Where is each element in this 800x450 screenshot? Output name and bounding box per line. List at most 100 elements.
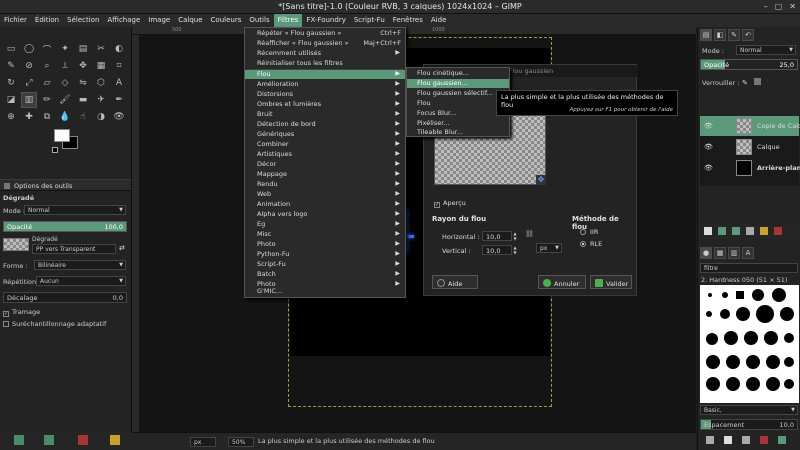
heal-icon[interactable]: ✚ [21,109,37,125]
visibility-icon[interactable]: 👁 [704,164,713,172]
fuzzy-select-icon[interactable]: ✦ [57,41,73,57]
menu-item-gmic[interactable]: G'MIC... [245,287,405,296]
layer-mode-select[interactable]: Normal ▼ [736,45,796,55]
delete-options-icon[interactable] [78,435,88,445]
fonts-tab-icon[interactable]: A [742,247,754,259]
menu-item-alpha-logo[interactable]: Alpha vers logo ▶ [245,210,405,219]
gradient-icon[interactable]: ▥ [21,92,37,108]
cancel-button[interactable]: Annuler [538,275,586,289]
gradient-select[interactable]: PP vers Transparent [32,244,116,254]
menu-fenetres[interactable]: Fenêtres [389,14,427,27]
menu-script-fu[interactable]: Script-Fu [350,14,389,27]
zoom-select[interactable]: 50% [228,437,254,447]
text-icon[interactable]: A [111,75,127,91]
new-layer-icon[interactable] [704,227,712,235]
menu-item-rendu[interactable]: Rendu ▶ [245,180,405,189]
shape-select[interactable]: Bilinéaire ▼ [34,260,126,270]
pencil-icon[interactable]: ✏ [39,92,55,108]
vertical-input[interactable]: 10,0 [482,245,512,255]
menu-item-reshow[interactable]: Réafficher « Flou gaussien » Maj+Ctrl+F [245,39,405,48]
blur-icon[interactable]: 💧 [57,109,73,125]
delete-layer-icon[interactable] [774,227,782,235]
menu-fichier[interactable]: Fichier [0,14,31,27]
menu-item-repeat[interactable]: Répéter « Flou gaussien » Ctrl+F [245,29,405,38]
mode-select[interactable]: Normal ▼ [24,205,126,215]
submenu-item-focus-blur[interactable]: Focus Blur... [407,109,509,118]
menu-item-python-fu[interactable]: Python-Fu ▶ [245,250,405,259]
lock-alpha-icon[interactable] [754,78,761,85]
reverse-icon[interactable]: ⇄ [119,244,125,252]
delete-brush-icon[interactable] [760,436,768,444]
chain-link-icon[interactable]: ⛓ [525,231,534,238]
lower-layer-icon[interactable] [732,227,740,235]
gradient-preview[interactable] [3,238,29,251]
adaptive-checkbox[interactable]: Suréchantillonnage adaptatif [3,320,106,328]
menu-item-amelioration[interactable]: Amélioration ▶ [245,80,405,89]
menu-item-reset[interactable]: Réinitialiser tous les filtres [245,59,405,68]
menu-item-decor[interactable]: Décor ▶ [245,160,405,169]
menu-item-distorsions[interactable]: Distorsions ▶ [245,90,405,99]
visibility-icon[interactable]: 👁 [704,143,713,151]
minimize-icon[interactable]: – [764,2,768,11]
submenu-item-selective-gaussian[interactable]: Flou gaussien sélectif... [407,89,509,98]
submenu-item-pixelize[interactable]: Pixéliser... [407,119,509,128]
cage-icon[interactable]: ⬡ [93,75,109,91]
crop-icon[interactable]: ⌗ [111,58,127,74]
edit-brush-icon[interactable] [706,436,714,444]
menu-edition[interactable]: Édition [31,14,63,27]
submenu-item-motion-blur[interactable]: Flou cinétique... [407,69,509,78]
submenu-item-blur[interactable]: Flou [407,99,509,108]
brushes-tab-icon[interactable]: ● [700,247,712,259]
duplicate-layer-icon[interactable] [746,227,754,235]
measure-icon[interactable]: ⟂ [57,58,73,74]
shear-icon[interactable]: ▱ [39,75,55,91]
vertical-spin[interactable]: ▲ ▼ [512,245,518,255]
lock-pixels-icon[interactable]: ✎ [742,79,748,87]
perspective-icon[interactable]: ◇ [57,75,73,91]
menu-item-flou[interactable]: Flou ▶ [245,70,405,79]
scissors-icon[interactable]: ✂ [93,41,109,57]
flip-icon[interactable]: ⇋ [75,75,91,91]
layer-row[interactable]: 👁 Arrière-plan [700,158,800,178]
dodge-burn-icon[interactable]: ◑ [93,109,109,125]
menu-outils[interactable]: Outils [245,14,273,27]
bucket-fill-icon[interactable]: ◪ [3,92,19,108]
unit-select[interactable]: px ▼ [536,243,562,253]
patterns-tab-icon[interactable]: ▦ [714,247,726,259]
menu-aide[interactable]: Aide [427,14,450,27]
layer-row[interactable]: 👁 Copie de Calq [700,116,800,136]
menu-item-script-fu[interactable]: Script-Fu ▶ [245,260,405,269]
offset-slider[interactable]: Décalage 0,0 [3,292,127,303]
menu-item-batch[interactable]: Batch ▶ [245,270,405,279]
move-icon[interactable]: ✥ [75,58,91,74]
opacity-slider[interactable]: Opacité 100,0 [3,221,127,232]
menu-selection[interactable]: Sélection [63,14,103,27]
navigate-icon[interactable]: ✥ [536,175,546,185]
undo-tab-icon[interactable]: ↶ [742,29,754,41]
gradients-tab-icon[interactable]: ▥ [728,247,740,259]
ellipse-select-icon[interactable]: ◯ [21,41,37,57]
paths-icon[interactable]: ✎ [3,58,19,74]
rotate-icon[interactable]: ↻ [3,75,19,91]
menu-item-recent[interactable]: Récemment utilisés ▶ [245,49,405,58]
refresh-brush-icon[interactable] [778,436,786,444]
unit-select[interactable]: px [190,437,216,447]
airbrush-icon[interactable]: ✈ [93,92,109,108]
submenu-item-gaussian-blur[interactable]: Flou gaussien... [407,79,509,88]
menu-item-detection-bord[interactable]: Détection de bord ▶ [245,120,405,129]
method-rle-radio[interactable]: RLE [580,240,602,248]
menu-item-combiner[interactable]: Combiner ▶ [245,140,405,149]
menu-item-mappage[interactable]: Mappage ▶ [245,170,405,179]
horizontal-spin[interactable]: ▲ ▼ [512,231,518,241]
color-swatches[interactable] [48,127,88,159]
menu-item-misc[interactable]: Misc ▶ [245,230,405,239]
eraser-icon[interactable]: ▬ [75,92,91,108]
reset-colors-icon[interactable] [52,147,58,153]
new-brush-icon[interactable] [724,436,732,444]
brush-preset-select[interactable]: Basic, ▼ [700,405,798,415]
menu-filtres[interactable]: Filtres [273,14,303,27]
menu-item-eg[interactable]: Eg ▶ [245,220,405,229]
lasso-icon[interactable]: ⌒ [39,41,55,57]
align-icon[interactable]: ▦ [93,58,109,74]
method-iir-radio[interactable]: IIR [580,228,598,236]
